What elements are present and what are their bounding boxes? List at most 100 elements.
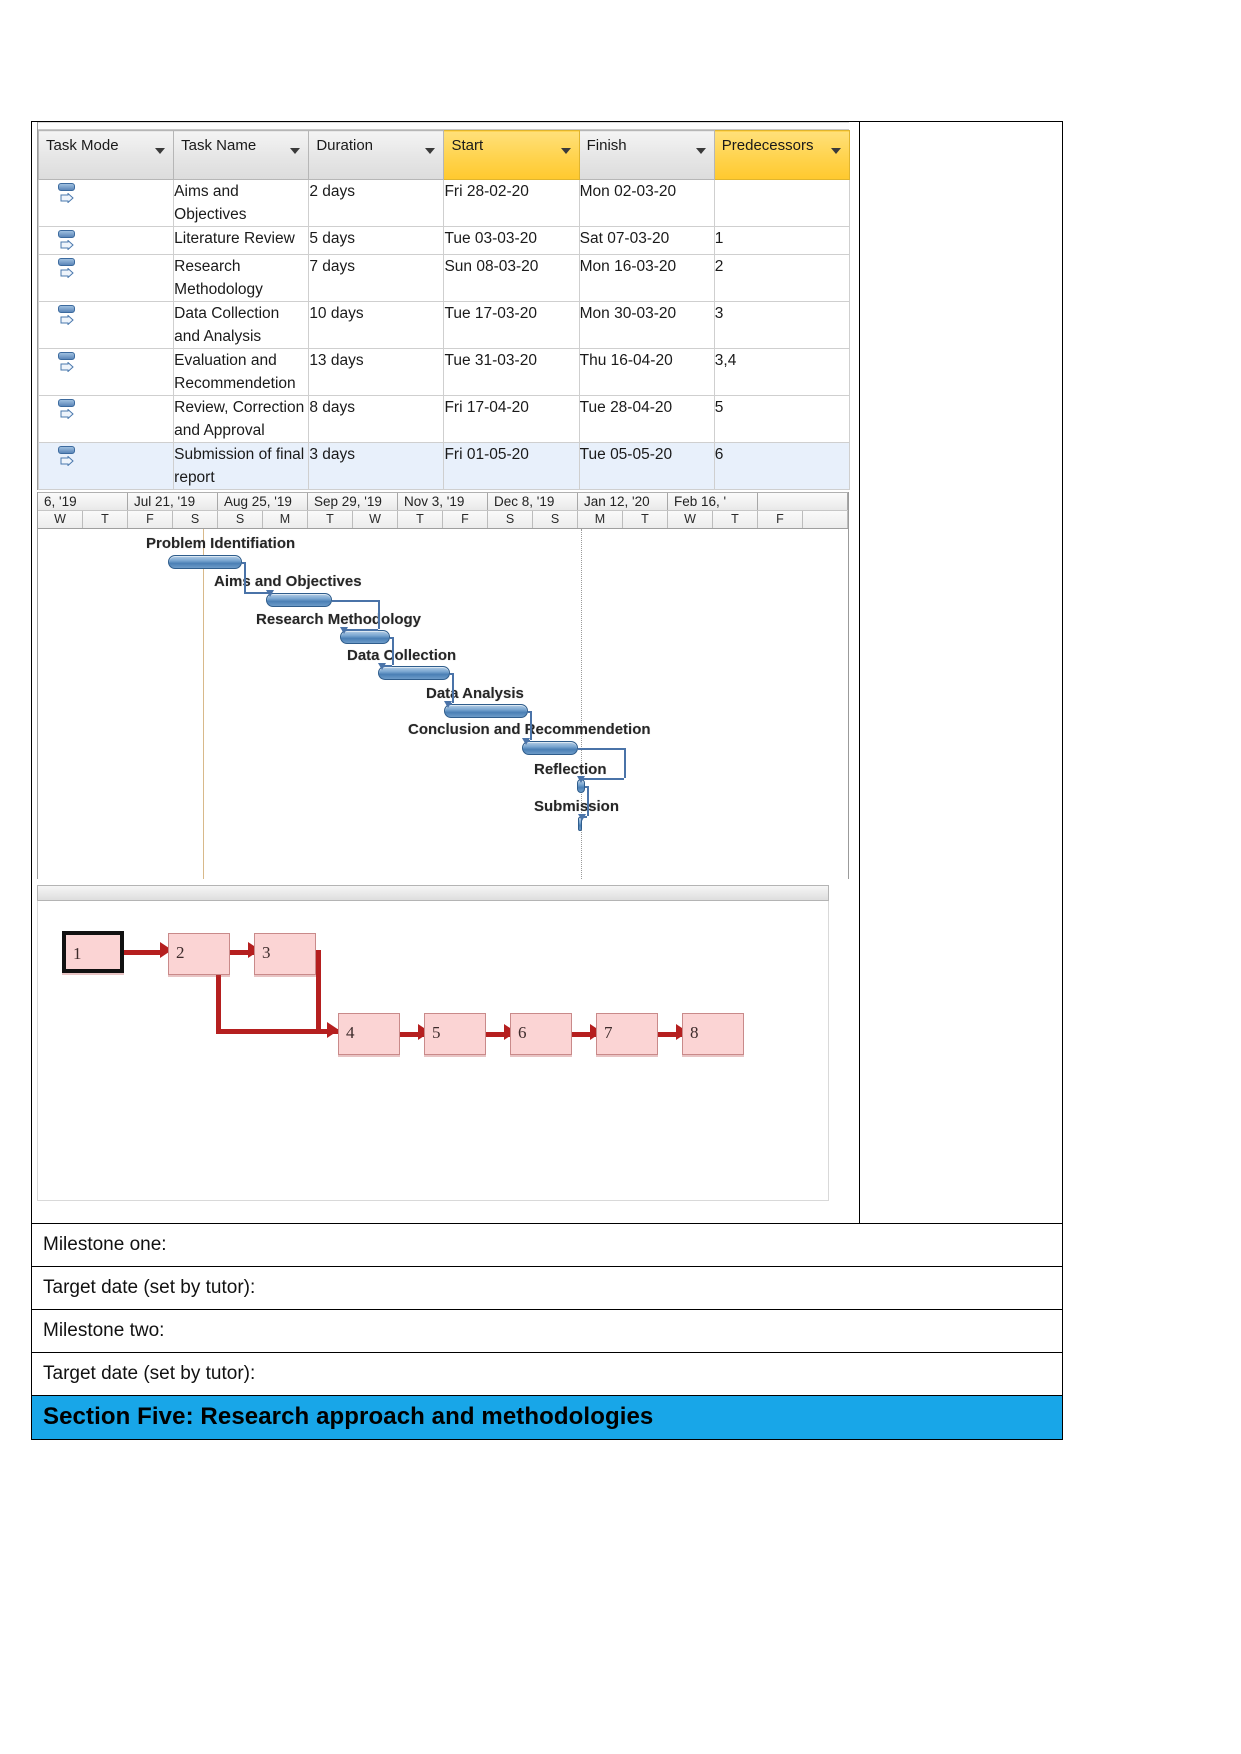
cell-finish[interactable]: Tue 28-04-20 xyxy=(578,395,715,443)
filter-chevron-down-icon[interactable] xyxy=(560,148,571,154)
gantt-bar[interactable] xyxy=(168,555,242,569)
cell-duration[interactable]: 7 days xyxy=(308,254,445,302)
network-node-label: 6 xyxy=(518,1023,527,1042)
gantt-link xyxy=(332,600,378,602)
cell-task-mode[interactable] xyxy=(37,301,175,349)
cell-finish[interactable]: Tue 05-05-20 xyxy=(578,442,715,490)
column-header-label: Finish xyxy=(586,137,627,154)
cell-start[interactable]: Fri 28-02-20 xyxy=(443,179,580,227)
ms-project-screenshot: Task Mode Task Name Duration Start Finis… xyxy=(37,122,851,1201)
cell-start[interactable]: Sun 08-03-20 xyxy=(443,254,580,302)
timeline-day-label: M xyxy=(263,511,308,528)
cell-duration[interactable]: 3 days xyxy=(308,442,445,490)
gantt-bar[interactable] xyxy=(378,666,450,680)
cell-task-name[interactable]: Literature Review xyxy=(173,226,310,255)
filter-chevron-down-icon[interactable] xyxy=(425,148,436,154)
cell-finish[interactable]: Mon 16-03-20 xyxy=(578,254,715,302)
cell-start[interactable]: Tue 17-03-20 xyxy=(443,301,580,349)
gantt-bar-label: Research Methodology xyxy=(256,611,422,628)
cell-duration[interactable]: 2 days xyxy=(308,179,445,227)
network-node[interactable]: 1 xyxy=(62,931,124,973)
gantt-chart-area: Problem Identifiation Aims and Objectives… xyxy=(38,529,848,879)
table-row[interactable]: Evaluation and Recommendetion 13 days Tue … xyxy=(37,348,851,396)
filter-chevron-down-icon[interactable] xyxy=(831,148,841,154)
network-node[interactable]: 7 xyxy=(596,1013,658,1055)
cell-finish[interactable]: Mon 30-03-20 xyxy=(578,301,715,349)
column-header-predecessors[interactable]: Predecessors xyxy=(713,130,851,180)
auto-schedule-icon xyxy=(58,305,78,327)
timeline-day-header: WTFSSMTWTFSSMTWTF xyxy=(38,511,848,529)
column-header-start[interactable]: Start xyxy=(443,130,580,180)
document-page: Task Mode Task Name Duration Start Finis… xyxy=(0,0,1241,1754)
pane-divider[interactable] xyxy=(37,885,829,901)
gantt-bar[interactable] xyxy=(522,741,578,755)
link-3-4-vertical xyxy=(316,950,321,1032)
cell-task-mode[interactable] xyxy=(37,395,175,443)
table-row[interactable]: Review, Correction and Approval 8 days Fri… xyxy=(37,395,851,443)
timeline-period-label: Sep 29, '19 xyxy=(308,493,398,510)
filter-chevron-down-icon[interactable] xyxy=(290,148,301,154)
cell-task-name[interactable]: Review, Correction and Approval xyxy=(173,395,310,443)
cell-task-mode[interactable] xyxy=(37,179,175,227)
gantt-link xyxy=(452,673,454,703)
cell-duration[interactable]: 10 days xyxy=(308,301,445,349)
cell-task-mode[interactable] xyxy=(37,226,175,255)
network-node-label: 7 xyxy=(604,1023,613,1042)
cell-finish[interactable]: Mon 02-03-20 xyxy=(578,179,715,227)
cell-task-name[interactable]: Submission of final report xyxy=(173,442,310,490)
gantt-link xyxy=(578,748,624,750)
network-node[interactable]: 3 xyxy=(254,933,316,975)
column-header-label: Duration xyxy=(316,137,374,154)
timeline-day-label: T xyxy=(713,511,758,528)
column-header-label: Task Name xyxy=(181,137,257,154)
network-node-label: 3 xyxy=(262,943,271,962)
timeline-day-label: T xyxy=(83,511,128,528)
cell-finish[interactable]: Sat 07-03-20 xyxy=(578,226,715,255)
table-row[interactable]: Submission of final report 3 days Fri 01-0… xyxy=(37,442,851,490)
cell-start[interactable]: Tue 03-03-20 xyxy=(443,226,580,255)
network-node[interactable]: 6 xyxy=(510,1013,572,1055)
cell-predecessors[interactable]: 6 xyxy=(713,442,851,490)
cell-duration[interactable]: 8 days xyxy=(308,395,445,443)
column-header-task-name[interactable]: Task Name xyxy=(173,130,310,180)
column-header-duration[interactable]: Duration xyxy=(308,130,445,180)
table-row[interactable]: Data Collection and Analysis 10 days Tue 1… xyxy=(37,301,851,349)
cell-start[interactable]: Fri 17-04-20 xyxy=(443,395,580,443)
column-header-task-mode[interactable]: Task Mode xyxy=(37,130,175,180)
gantt-bar[interactable] xyxy=(266,593,332,607)
cell-predecessors[interactable]: 3,4 xyxy=(713,348,851,396)
network-node[interactable]: 2 xyxy=(168,933,230,975)
cell-duration[interactable]: 5 days xyxy=(308,226,445,255)
table-row[interactable]: Literature Review 5 days Tue 03-03-20 Sat 0… xyxy=(37,226,851,255)
filter-chevron-down-icon[interactable] xyxy=(695,148,706,154)
cell-task-name[interactable]: Data Collection and Analysis xyxy=(173,301,310,349)
network-node[interactable]: 5 xyxy=(424,1013,486,1055)
cell-predecessors[interactable]: 5 xyxy=(713,395,851,443)
table-row[interactable]: Aims and Objectives 2 days Fri 28-02-20 Mon… xyxy=(37,179,851,227)
timeline-period-label: Jan 12, '20 xyxy=(578,493,668,510)
cell-task-name[interactable]: Research Methodology xyxy=(173,254,310,302)
cell-start[interactable]: Tue 31-03-20 xyxy=(443,348,580,396)
cell-task-mode[interactable] xyxy=(37,348,175,396)
cell-predecessors[interactable] xyxy=(713,179,851,227)
timeline-period-label xyxy=(758,493,848,510)
cell-predecessors[interactable]: 1 xyxy=(713,226,851,255)
today-line xyxy=(203,529,204,879)
cell-task-mode[interactable] xyxy=(37,254,175,302)
cell-duration[interactable]: 13 days xyxy=(308,348,445,396)
cell-task-mode[interactable] xyxy=(37,442,175,490)
cell-predecessors[interactable]: 3 xyxy=(713,301,851,349)
cell-start[interactable]: Fri 01-05-20 xyxy=(443,442,580,490)
cell-finish[interactable]: Thu 16-04-20 xyxy=(578,348,715,396)
network-node[interactable]: 4 xyxy=(338,1013,400,1055)
network-node[interactable]: 8 xyxy=(682,1013,744,1055)
cell-predecessors[interactable]: 2 xyxy=(713,254,851,302)
filter-chevron-down-icon[interactable] xyxy=(155,148,166,154)
gantt-bar[interactable] xyxy=(444,704,528,718)
cell-task-name[interactable]: Aims and Objectives xyxy=(173,179,310,227)
column-header-finish[interactable]: Finish xyxy=(578,130,715,180)
project-plan-row: Task Mode Task Name Duration Start Finis… xyxy=(32,122,1062,1223)
table-row[interactable]: Research Methodology 7 days Sun 08-03-20 Mo… xyxy=(37,254,851,302)
gantt-task-table: Task Mode Task Name Duration Start Finis… xyxy=(37,122,851,490)
cell-task-name[interactable]: Evaluation and Recommendetion xyxy=(173,348,310,396)
